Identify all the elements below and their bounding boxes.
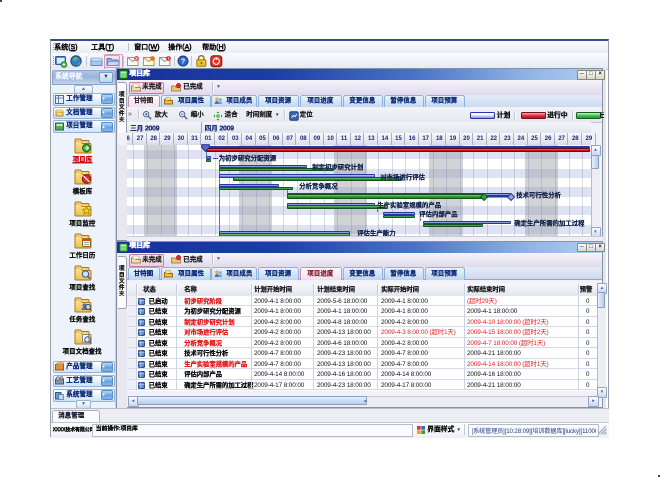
svg-text:?: ? [181,56,186,65]
